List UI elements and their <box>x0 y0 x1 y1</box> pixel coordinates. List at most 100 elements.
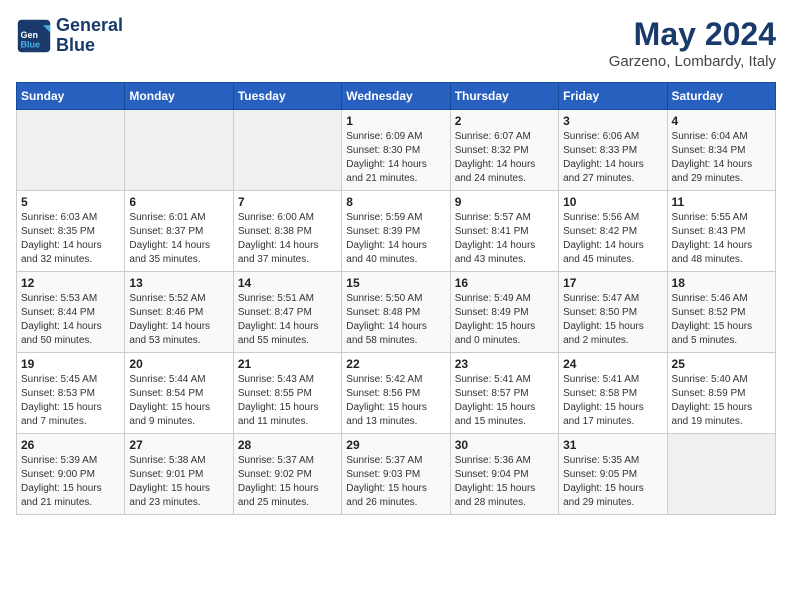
day-number: 4 <box>672 114 771 128</box>
day-info: Sunrise: 6:09 AM Sunset: 8:30 PM Dayligh… <box>346 130 445 186</box>
svg-text:Gen: Gen <box>21 30 39 40</box>
day-number: 3 <box>563 114 662 128</box>
calendar-cell: 9 Sunrise: 5:57 AM Sunset: 8:41 PM Daylig… <box>450 191 558 272</box>
day-number: 6 <box>129 195 228 209</box>
page-header: Gen Blue General Blue May 2024 Garzeno, … <box>16 16 776 70</box>
calendar-cell: 27Sunrise: 5:38 AM Sunset: 9:01 PM Dayli… <box>125 434 233 515</box>
day-info: Sunrise: 6:07 AM Sunset: 8:32 PM Dayligh… <box>455 130 554 186</box>
calendar-cell: 5Sunrise: 6:03 AM Sunset: 8:35 PM Daylig… <box>17 191 125 272</box>
day-info: Sunrise: 5:41 AM Sunset: 8:57 PM Dayligh… <box>455 373 554 429</box>
calendar-cell: 4Sunrise: 6:04 AM Sunset: 8:34 PM Daylig… <box>667 110 775 191</box>
day-info: Sunrise: 6:06 AM Sunset: 8:33 PM Dayligh… <box>563 130 662 186</box>
day-info: Sunrise: 5:42 AM Sunset: 8:56 PM Dayligh… <box>346 373 445 429</box>
day-number: 17 <box>563 276 662 290</box>
day-info: Sunrise: 6:01 AM Sunset: 8:37 PM Dayligh… <box>129 211 228 267</box>
calendar-cell: 13 Sunrise: 5:52 AM Sunset: 8:46 PM Dayli… <box>125 272 233 353</box>
calendar-table: SundayMondayTuesdayWednesdayThursdayFrid… <box>16 82 776 515</box>
calendar-title: May 2024 <box>609 16 776 53</box>
day-number: 14 <box>238 276 337 290</box>
day-number: 20 <box>129 357 228 371</box>
day-info: Sunrise: 6:00 AM Sunset: 8:38 PM Dayligh… <box>238 211 337 267</box>
calendar-cell: 10 Sunrise: 5:56 AM Sunset: 8:42 PM Dayli… <box>559 191 667 272</box>
day-info: Sunrise: 5:35 AM Sunset: 9:05 PM Dayligh… <box>563 454 662 510</box>
title-block: May 2024 Garzeno, Lombardy, Italy <box>609 16 776 70</box>
day-number: 24 <box>563 357 662 371</box>
svg-text:Blue: Blue <box>21 39 41 49</box>
day-number: 22 <box>346 357 445 371</box>
day-info: Sunrise: 5:56 AM Sunset: 8:42 PM Dayligh… <box>563 211 662 267</box>
day-number: 18 <box>672 276 771 290</box>
day-number: 30 <box>455 438 554 452</box>
logo-text-line2: Blue <box>56 36 123 56</box>
day-number: 16 <box>455 276 554 290</box>
day-info: Sunrise: 5:45 AM Sunset: 8:53 PM Dayligh… <box>21 373 120 429</box>
calendar-cell: 25 Sunrise: 5:40 AM Sunset: 8:59 PM Dayli… <box>667 353 775 434</box>
day-number: 2 <box>455 114 554 128</box>
calendar-cell: 23Sunrise: 5:41 AM Sunset: 8:57 PM Dayli… <box>450 353 558 434</box>
calendar-cell: 31 Sunrise: 5:35 AM Sunset: 9:05 PM Dayli… <box>559 434 667 515</box>
day-info: Sunrise: 5:37 AM Sunset: 9:02 PM Dayligh… <box>238 454 337 510</box>
calendar-cell: 14Sunrise: 5:51 AM Sunset: 8:47 PM Dayli… <box>233 272 341 353</box>
day-header-friday: Friday <box>559 83 667 110</box>
logo-text-line1: General <box>56 16 123 36</box>
day-number: 10 <box>563 195 662 209</box>
day-number: 31 <box>563 438 662 452</box>
calendar-cell <box>17 110 125 191</box>
calendar-cell: 1 Sunrise: 6:09 AM Sunset: 8:30 PM Daylig… <box>342 110 450 191</box>
day-info: Sunrise: 5:52 AM Sunset: 8:46 PM Dayligh… <box>129 292 228 348</box>
calendar-cell: 3 Sunrise: 6:06 AM Sunset: 8:33 PM Daylig… <box>559 110 667 191</box>
day-number: 1 <box>346 114 445 128</box>
calendar-cell: 11 Sunrise: 5:55 AM Sunset: 8:43 PM Dayli… <box>667 191 775 272</box>
day-info: Sunrise: 5:43 AM Sunset: 8:55 PM Dayligh… <box>238 373 337 429</box>
day-header-monday: Monday <box>125 83 233 110</box>
calendar-cell: 15Sunrise: 5:50 AM Sunset: 8:48 PM Dayli… <box>342 272 450 353</box>
calendar-cell: 12 Sunrise: 5:53 AM Sunset: 8:44 PM Dayli… <box>17 272 125 353</box>
day-info: Sunrise: 5:46 AM Sunset: 8:52 PM Dayligh… <box>672 292 771 348</box>
day-info: Sunrise: 5:37 AM Sunset: 9:03 PM Dayligh… <box>346 454 445 510</box>
day-number: 15 <box>346 276 445 290</box>
calendar-cell: 21Sunrise: 5:43 AM Sunset: 8:55 PM Dayli… <box>233 353 341 434</box>
day-number: 25 <box>672 357 771 371</box>
logo: Gen Blue General Blue <box>16 16 123 56</box>
day-info: Sunrise: 5:36 AM Sunset: 9:04 PM Dayligh… <box>455 454 554 510</box>
calendar-week-row: 5Sunrise: 6:03 AM Sunset: 8:35 PM Daylig… <box>17 191 776 272</box>
day-info: Sunrise: 5:41 AM Sunset: 8:58 PM Dayligh… <box>563 373 662 429</box>
day-number: 11 <box>672 195 771 209</box>
calendar-cell: 22 Sunrise: 5:42 AM Sunset: 8:56 PM Dayli… <box>342 353 450 434</box>
day-number: 19 <box>21 357 120 371</box>
calendar-cell <box>667 434 775 515</box>
day-info: Sunrise: 6:03 AM Sunset: 8:35 PM Dayligh… <box>21 211 120 267</box>
calendar-cell: 7 Sunrise: 6:00 AM Sunset: 8:38 PM Daylig… <box>233 191 341 272</box>
day-number: 7 <box>238 195 337 209</box>
day-number: 26 <box>21 438 120 452</box>
calendar-cell <box>233 110 341 191</box>
day-info: Sunrise: 5:53 AM Sunset: 8:44 PM Dayligh… <box>21 292 120 348</box>
calendar-cell: 19 Sunrise: 5:45 AM Sunset: 8:53 PM Dayli… <box>17 353 125 434</box>
calendar-cell: 30 Sunrise: 5:36 AM Sunset: 9:04 PM Dayli… <box>450 434 558 515</box>
day-number: 13 <box>129 276 228 290</box>
day-header-saturday: Saturday <box>667 83 775 110</box>
day-info: Sunrise: 5:39 AM Sunset: 9:00 PM Dayligh… <box>21 454 120 510</box>
calendar-cell: 6 Sunrise: 6:01 AM Sunset: 8:37 PM Daylig… <box>125 191 233 272</box>
day-info: Sunrise: 5:57 AM Sunset: 8:41 PM Dayligh… <box>455 211 554 267</box>
calendar-cell: 18 Sunrise: 5:46 AM Sunset: 8:52 PM Dayli… <box>667 272 775 353</box>
calendar-cell: 2 Sunrise: 6:07 AM Sunset: 8:32 PM Daylig… <box>450 110 558 191</box>
day-header-sunday: Sunday <box>17 83 125 110</box>
day-info: Sunrise: 5:40 AM Sunset: 8:59 PM Dayligh… <box>672 373 771 429</box>
calendar-cell: 16 Sunrise: 5:49 AM Sunset: 8:49 PM Dayli… <box>450 272 558 353</box>
calendar-header-row: SundayMondayTuesdayWednesdayThursdayFrid… <box>17 83 776 110</box>
day-header-thursday: Thursday <box>450 83 558 110</box>
day-number: 8 <box>346 195 445 209</box>
logo-icon: Gen Blue <box>16 18 52 54</box>
day-info: Sunrise: 5:44 AM Sunset: 8:54 PM Dayligh… <box>129 373 228 429</box>
day-number: 9 <box>455 195 554 209</box>
calendar-cell: 20 Sunrise: 5:44 AM Sunset: 8:54 PM Dayli… <box>125 353 233 434</box>
day-info: Sunrise: 5:49 AM Sunset: 8:49 PM Dayligh… <box>455 292 554 348</box>
day-info: Sunrise: 5:55 AM Sunset: 8:43 PM Dayligh… <box>672 211 771 267</box>
calendar-cell: 17Sunrise: 5:47 AM Sunset: 8:50 PM Dayli… <box>559 272 667 353</box>
day-number: 12 <box>21 276 120 290</box>
calendar-cell: 26 Sunrise: 5:39 AM Sunset: 9:00 PM Dayli… <box>17 434 125 515</box>
calendar-cell: 8Sunrise: 5:59 AM Sunset: 8:39 PM Daylig… <box>342 191 450 272</box>
day-number: 28 <box>238 438 337 452</box>
calendar-week-row: 12 Sunrise: 5:53 AM Sunset: 8:44 PM Dayli… <box>17 272 776 353</box>
